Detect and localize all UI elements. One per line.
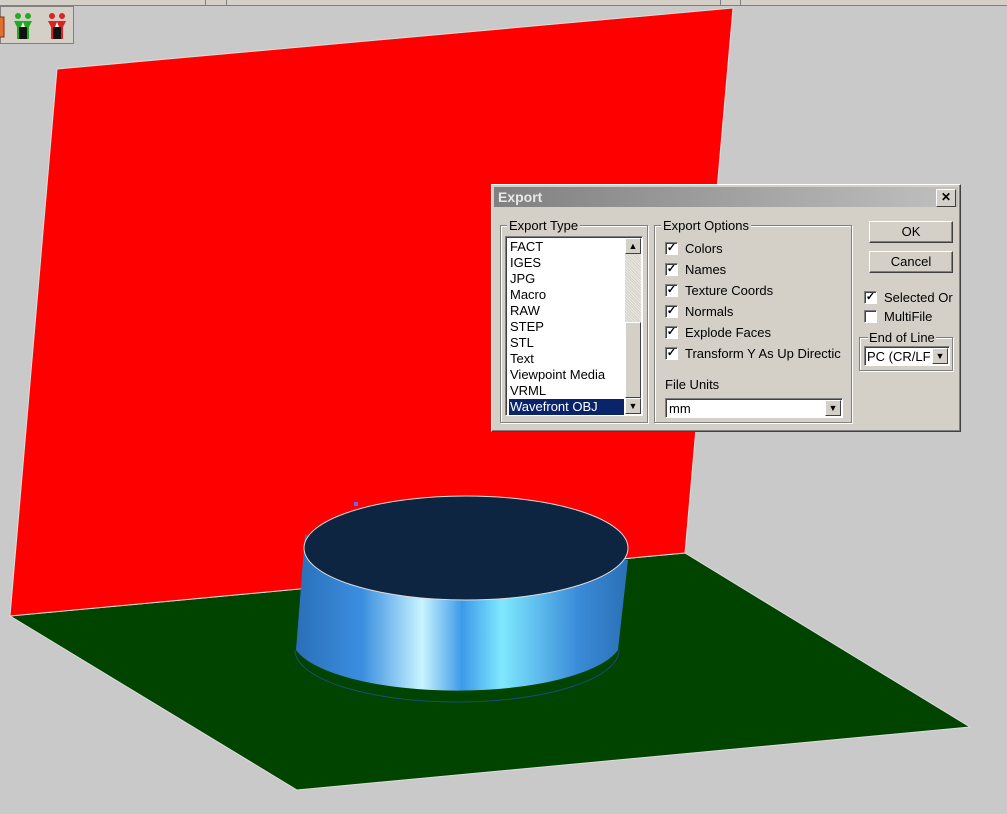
vertex-marker xyxy=(354,502,358,506)
file-units-select[interactable]: mm ▼ xyxy=(665,398,843,418)
scroll-thumb[interactable] xyxy=(625,322,641,398)
scroll-up-button[interactable]: ▲ xyxy=(625,238,641,254)
names-label: Names xyxy=(685,262,727,277)
list-item[interactable]: JPG xyxy=(509,271,624,287)
end-of-line-select[interactable]: PC (CR/LF ▼ xyxy=(864,346,950,366)
transform-y-label: Transform Y As Up Directic xyxy=(685,346,841,361)
texture-coords-label: Texture Coords xyxy=(685,283,774,298)
green-figure-icon[interactable] xyxy=(9,9,37,41)
texture-coords-checkbox[interactable]: ✓ xyxy=(665,284,678,297)
chevron-down-icon[interactable]: ▼ xyxy=(825,400,841,416)
list-scrollbar[interactable]: ▲ ▼ xyxy=(625,238,641,414)
close-button[interactable]: ✕ xyxy=(936,189,956,207)
transform-y-option[interactable]: ✓ Transform Y As Up Directic xyxy=(665,345,849,363)
file-units-label: File Units xyxy=(665,377,720,392)
cylinder[interactable] xyxy=(295,495,629,702)
selected-only-checkbox[interactable]: ✓ xyxy=(864,291,877,304)
explode-faces-label: Explode Faces xyxy=(685,325,771,340)
list-item[interactable]: RAW xyxy=(509,303,624,319)
export-type-label: Export Type xyxy=(507,218,581,233)
list-item[interactable]: Viewpoint Media xyxy=(509,367,624,383)
transform-y-checkbox[interactable]: ✓ xyxy=(665,347,678,360)
dialog-titlebar[interactable]: Export ✕ xyxy=(494,187,958,207)
list-item[interactable]: Macro xyxy=(509,287,624,303)
colors-label: Colors xyxy=(685,241,723,256)
explode-faces-checkbox[interactable]: ✓ xyxy=(665,326,678,339)
list-item[interactable]: Text xyxy=(509,351,624,367)
cylinder-top xyxy=(303,495,629,601)
list-item[interactable]: STEP xyxy=(509,319,624,335)
list-item-selected[interactable]: Wavefront OBJ xyxy=(509,399,624,415)
export-options-group: Export Options ✓ Colors ✓ Names ✓ Textur… xyxy=(654,218,852,423)
multifile-label: MultiFile xyxy=(884,309,933,324)
chevron-down-icon[interactable]: ▼ xyxy=(932,348,948,364)
list-item[interactable]: IGES xyxy=(509,255,624,271)
export-type-list[interactable]: FACT IGES JPG Macro RAW STEP STL Text Vi… xyxy=(505,236,643,416)
scroll-down-button[interactable]: ▼ xyxy=(625,398,641,414)
red-figure-icon[interactable] xyxy=(43,9,71,41)
dialog-title: Export xyxy=(498,189,543,205)
file-units-value: mm xyxy=(669,401,691,416)
ok-button[interactable]: OK xyxy=(869,221,953,243)
end-of-line-group: End of Line PC (CR/LF ▼ xyxy=(859,330,953,371)
normals-label: Normals xyxy=(685,304,734,319)
list-item[interactable]: VRML xyxy=(509,383,624,399)
colors-checkbox[interactable]: ✓ xyxy=(665,242,678,255)
end-of-line-value: PC (CR/LF xyxy=(867,349,931,364)
multifile-checkbox[interactable] xyxy=(864,310,877,323)
export-options-label: Export Options xyxy=(661,218,751,233)
cancel-button[interactable]: Cancel xyxy=(869,251,953,273)
end-of-line-label: End of Line xyxy=(868,330,936,345)
selected-only-option[interactable]: ✓ Selected Or xyxy=(864,289,958,307)
close-icon: ✕ xyxy=(940,190,952,204)
selected-only-label: Selected Or xyxy=(884,290,953,305)
list-item[interactable]: STL xyxy=(509,335,624,351)
export-dialog: Export ✕ Export Type FACT IGES JPG Macro… xyxy=(491,184,961,432)
normals-checkbox[interactable]: ✓ xyxy=(665,305,678,318)
names-checkbox[interactable]: ✓ xyxy=(665,263,678,276)
list-item[interactable]: FACT xyxy=(509,239,624,255)
toolbar xyxy=(0,6,74,44)
export-type-group: Export Type FACT IGES JPG Macro RAW STEP… xyxy=(500,218,648,423)
